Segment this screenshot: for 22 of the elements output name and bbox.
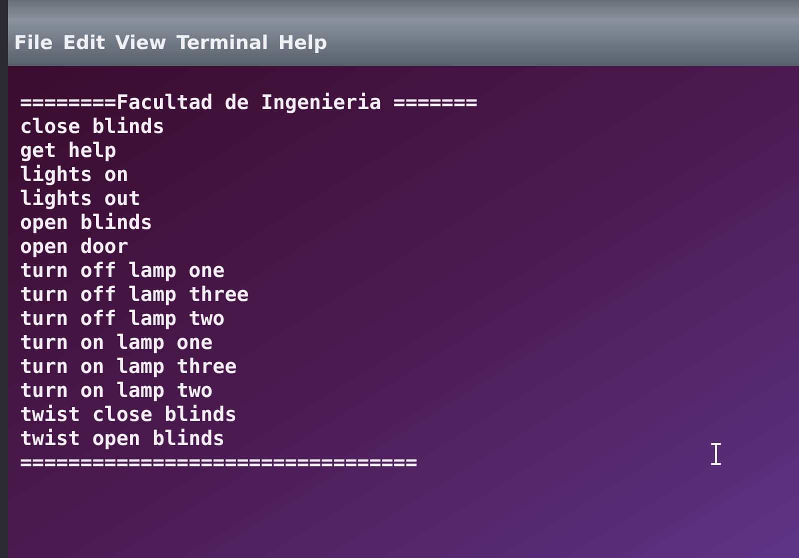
terminal-line: twist close blinds: [20, 402, 237, 426]
terminal-line: turn off lamp one: [20, 258, 225, 282]
terminal-line: turn off lamp two: [20, 306, 225, 330]
menu-item[interactable]: View: [115, 28, 166, 58]
terminal-line: turn on lamp two: [20, 378, 213, 402]
terminal-line: lights on: [20, 162, 128, 186]
terminal-line: turn on lamp one: [20, 330, 213, 354]
terminal-line: =================================: [20, 450, 418, 474]
terminal-line: lights out: [20, 186, 140, 210]
menu-item[interactable]: Terminal: [176, 28, 268, 58]
terminal-line: twist open blinds: [20, 426, 225, 450]
terminal-line: open door: [20, 234, 128, 258]
menu-item[interactable]: Edit: [62, 28, 106, 58]
terminal-line: turn off lamp three: [20, 282, 249, 306]
text-cursor-icon: [709, 442, 723, 466]
terminal-line: close blinds: [20, 114, 164, 138]
menu-item[interactable]: Help: [278, 28, 328, 58]
terminal-line: ========Facultad de Ingenieria =======: [20, 90, 478, 114]
menu-item[interactable]: File: [14, 28, 53, 58]
terminal-line: open blinds: [20, 210, 152, 234]
terminal-line: turn on lamp three: [20, 354, 237, 378]
terminal-line: get help: [20, 138, 116, 162]
